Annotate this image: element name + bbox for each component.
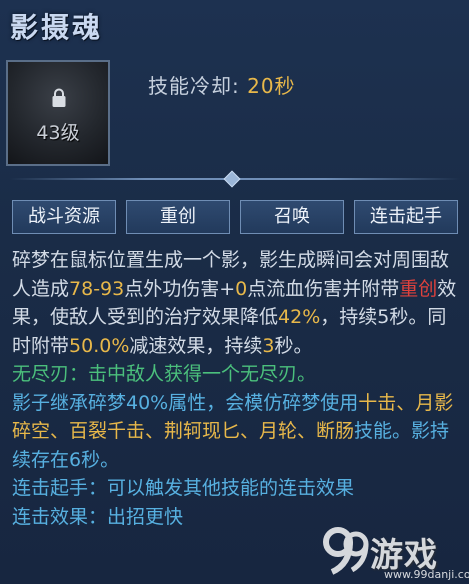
- cooldown-info: 技能冷却: 20秒: [148, 70, 296, 99]
- lock-icon: [52, 88, 66, 107]
- description-segment: 无尽刃：击中敌人获得一个无尽刃。: [12, 363, 317, 385]
- description-paragraph: 碎梦在鼠标位置生成一个影，影生成瞬间会对周围敌人造成78-93点外功伤害+0点流…: [12, 246, 457, 360]
- description-segment: 点流血伤害并附带: [247, 277, 400, 300]
- description-segment: 秒。: [274, 334, 313, 357]
- description-segment: 连击起手：可以触发其他技能的连击效果: [12, 477, 355, 499]
- cooldown-value: 20秒: [247, 74, 296, 98]
- description-segment: 0: [235, 277, 248, 300]
- watermark-logo-icon: [323, 527, 369, 575]
- skill-description: 碎梦在鼠标位置生成一个影，影生成瞬间会对周围敌人造成78-93点外功伤害+0点流…: [12, 246, 457, 531]
- skill-icon[interactable]: 43级: [6, 60, 110, 166]
- tag-summon[interactable]: 召唤: [240, 200, 344, 234]
- tag-heavy-wound[interactable]: 重创: [126, 200, 230, 234]
- description-paragraph: 连击起手：可以触发其他技能的连击效果: [12, 474, 457, 503]
- cooldown-label: 技能冷却:: [148, 74, 240, 98]
- description-segment: 点外功伤害+: [124, 277, 236, 300]
- description-paragraph: 无尽刃：击中敌人获得一个无尽刃。: [12, 360, 457, 389]
- description-segment: 50.0%: [69, 334, 130, 357]
- description-segment: 78-93: [69, 277, 125, 300]
- skill-tooltip-panel: 影摄魂 43级 技能冷却: 20秒 战斗资源 重创 召唤 连击起手 碎梦在鼠标位…: [0, 0, 469, 584]
- site-watermark: 游戏 www.99danji.com: [318, 518, 469, 584]
- description-segment: 重创: [399, 277, 438, 300]
- description-segment: 42%: [278, 306, 321, 328]
- skill-name: 影摄魂: [10, 11, 104, 44]
- divider-gem-icon: [223, 170, 241, 188]
- tag-combo-starter[interactable]: 连击起手: [354, 200, 458, 234]
- level-requirement: 43级: [36, 122, 80, 144]
- description-paragraph: 影子继承碎梦40%属性，会模仿碎梦使用十击、月影碎空、百裂千击、荆轲现匕、月轮、…: [12, 389, 457, 475]
- description-segment: 连击效果：出招更快: [12, 505, 184, 528]
- watermark-site: www.99danji.com: [384, 568, 469, 581]
- skill-tags: 战斗资源 重创 召唤 连击起手: [12, 200, 462, 238]
- tag-combat-resource[interactable]: 战斗资源: [12, 200, 116, 234]
- description-segment: 影子继承碎梦40%属性，会模仿碎梦使用: [12, 391, 359, 414]
- description-segment: 减速效果，持续: [129, 334, 263, 357]
- description-segment: 3: [262, 334, 275, 357]
